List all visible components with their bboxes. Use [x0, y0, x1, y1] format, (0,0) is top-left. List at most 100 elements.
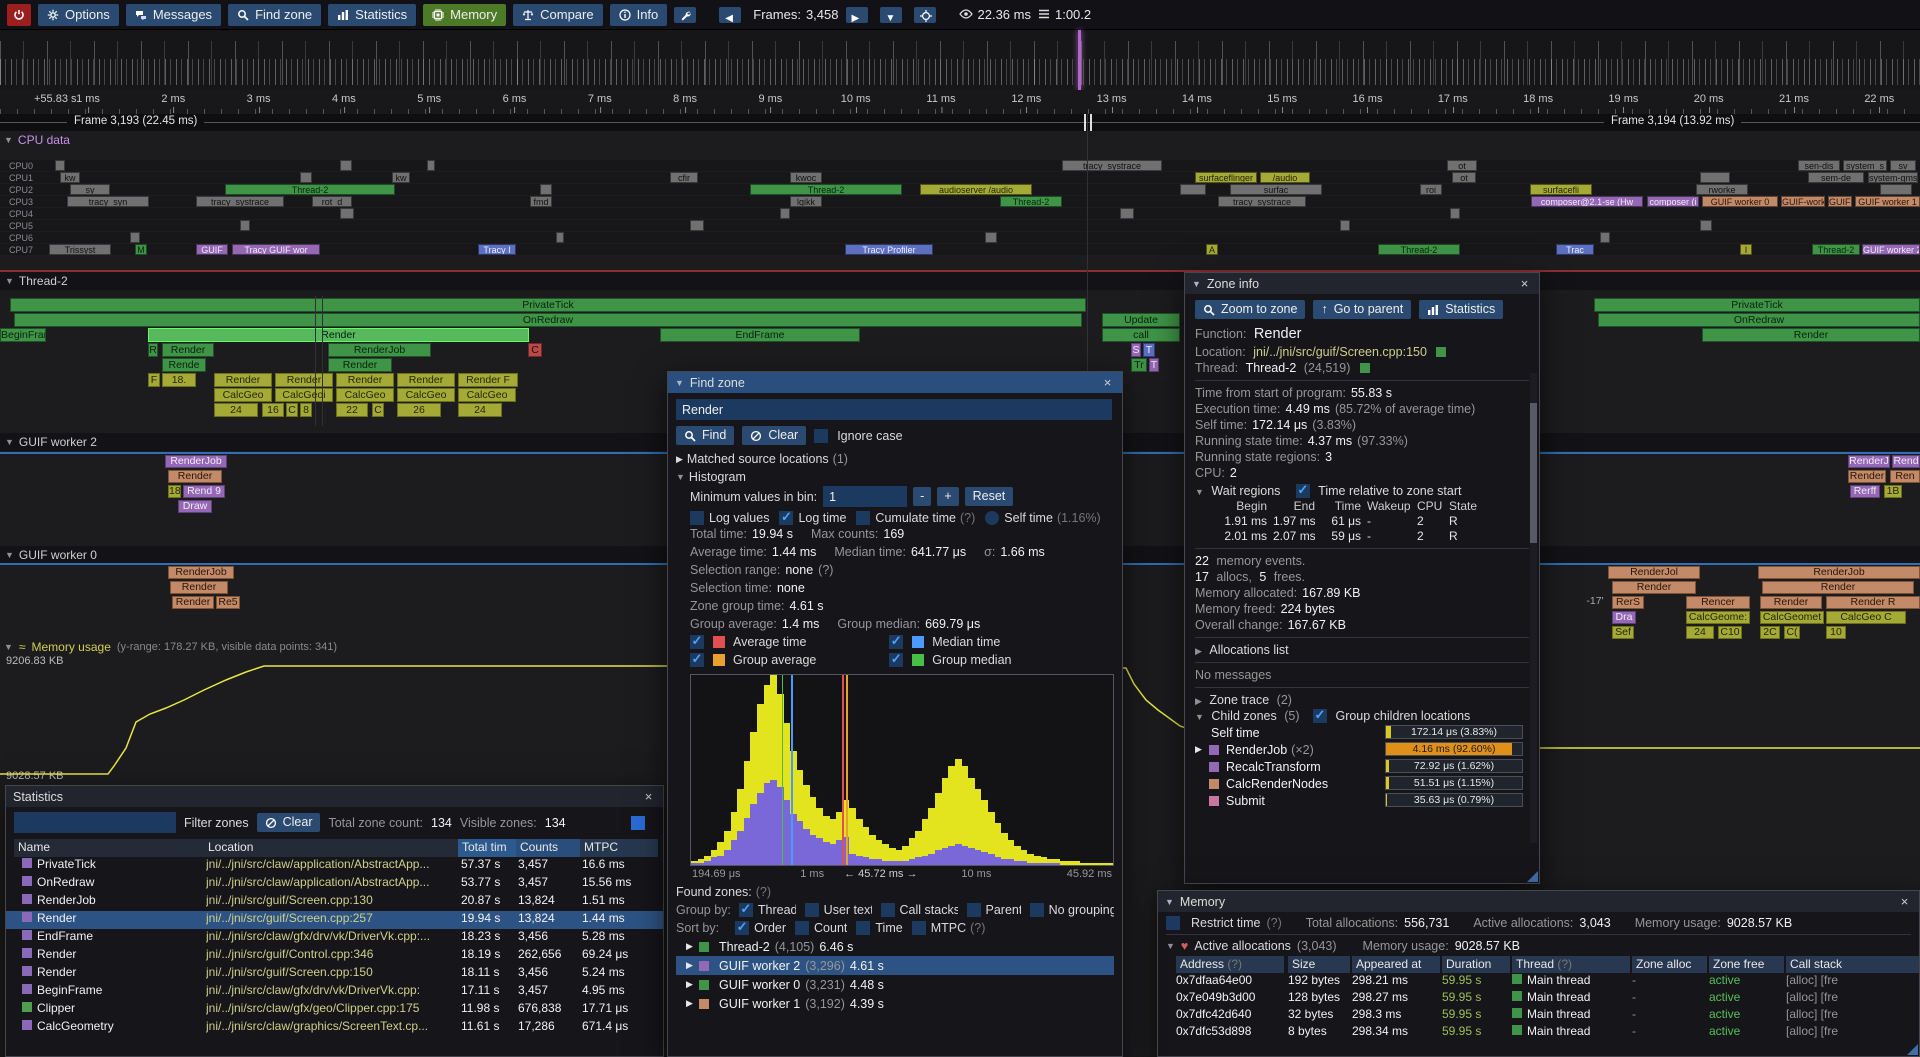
- find-button[interactable]: Find: [676, 426, 734, 445]
- histogram-plot[interactable]: [690, 674, 1114, 866]
- clear-button[interactable]: Clear: [742, 426, 806, 445]
- timeline-zone[interactable]: Rend 9: [183, 485, 225, 498]
- column-header-appeared[interactable]: Appeared at: [1352, 956, 1440, 973]
- column-header-size[interactable]: Size: [1288, 956, 1350, 973]
- timeline-zone[interactable]: RenderJob: [165, 455, 227, 468]
- collapse-arrow-icon[interactable]: ▼: [1192, 279, 1201, 289]
- timeline-zone[interactable]: 1B: [1884, 485, 1902, 498]
- min-bin-input[interactable]: [823, 486, 907, 507]
- timeline-zone[interactable]: RenderJob: [1758, 566, 1920, 579]
- cpu-zone[interactable]: [340, 160, 352, 171]
- filter-input[interactable]: [14, 812, 176, 833]
- timeline-zone[interactable]: 26: [397, 403, 441, 417]
- legend-group-median[interactable]: Group median: [889, 651, 1088, 669]
- column-header-call-stack[interactable]: Call stack: [1786, 956, 1920, 973]
- locate-frame-button[interactable]: [914, 7, 936, 23]
- timeline-zone[interactable]: Rend: [1892, 455, 1920, 468]
- table-row[interactable]: OnRedrawjni/../jni/src/claw/application/…: [6, 875, 663, 893]
- cpu-zone[interactable]: [300, 172, 312, 183]
- cpu-zone[interactable]: kwoc: [790, 172, 822, 183]
- timeline-zone[interactable]: Render F: [458, 373, 518, 387]
- close-icon[interactable]: ×: [1100, 375, 1115, 390]
- search-input[interactable]: [676, 399, 1112, 420]
- timeline-zone[interactable]: -17': [1584, 596, 1606, 609]
- cpu-zone[interactable]: [1120, 208, 1134, 219]
- histogram-header[interactable]: ▼ Histogram: [676, 468, 1114, 486]
- clear-filter-button[interactable]: Clear: [257, 813, 321, 832]
- group-by-no-grouping[interactable]: No grouping: [1030, 903, 1114, 917]
- option-cumulate-time[interactable]: Cumulate time(?): [856, 511, 975, 525]
- timeline-zone[interactable]: Render: [214, 373, 272, 387]
- timeline-zone[interactable]: C(: [1784, 626, 1800, 639]
- column-header-total-time[interactable]: Total tim: [458, 839, 516, 857]
- table-row[interactable]: EndFramejni/../jni/src/claw/gfx/drv/vk/D…: [6, 929, 663, 947]
- timeline-zone[interactable]: RenderJ: [1848, 455, 1890, 468]
- option-log-time[interactable]: Log time: [779, 511, 846, 525]
- timeline-zone[interactable]: CalcGeoi: [275, 388, 333, 402]
- timeline-zone[interactable]: RenderJob: [168, 566, 234, 579]
- timeline-zone[interactable]: F: [148, 373, 160, 387]
- time-ruler[interactable]: +55.83 s 1 ms2 ms3 ms4 ms5 ms6 ms7 ms8 m…: [0, 90, 1920, 115]
- table-row[interactable]: 0x7dfc42d64032 bytes298.3 ms59.95 sMain …: [1166, 1007, 1911, 1024]
- cpu-data-header[interactable]: ▼ CPU data: [4, 133, 70, 147]
- wait-column-header[interactable]: State: [1449, 499, 1485, 513]
- timeline-zone[interactable]: Render: [172, 596, 214, 609]
- cpu-zone[interactable]: kw: [392, 172, 410, 183]
- cpu-zone[interactable]: system-gms: [1868, 172, 1918, 183]
- option-log-values[interactable]: Log values: [690, 511, 769, 525]
- table-row[interactable]: 0x7dfaa64e00192 bytes298.21 ms59.95 sMai…: [1166, 973, 1911, 990]
- timeline-zone[interactable]: Rende: [162, 358, 206, 372]
- cpu-zone[interactable]: /audio: [1260, 172, 1310, 183]
- limit-range-button[interactable]: [631, 816, 645, 830]
- timeline-zone[interactable]: 16: [262, 403, 284, 417]
- group-by-user-text[interactable]: User text: [805, 903, 872, 917]
- cpu-zone[interactable]: Thread-2: [1000, 196, 1062, 207]
- cpu-zone[interactable]: sy: [70, 184, 110, 195]
- cpu-zone[interactable]: tracy_systrace: [1218, 196, 1306, 207]
- collapse-arrow-icon[interactable]: ▼: [1165, 897, 1174, 907]
- memory-titlebar[interactable]: ▼ Memory ×: [1158, 891, 1919, 912]
- timeline-zone[interactable]: RenderJol: [1608, 566, 1700, 579]
- sort-by-count[interactable]: Count: [795, 921, 847, 935]
- table-row[interactable]: Clipperjni/../jni/src/claw/gfx/geo/Clipp…: [6, 1001, 663, 1019]
- table-row[interactable]: Renderjni/../jni/src/guif/Screen.cpp:257…: [6, 911, 663, 929]
- cpu-zone[interactable]: GUIF-W: [1828, 196, 1852, 207]
- column-header-location[interactable]: Location: [204, 839, 458, 857]
- cpu-zone[interactable]: roi: [1420, 184, 1442, 195]
- cpu-zone[interactable]: Tracy I: [478, 244, 516, 255]
- time-relative-checkbox[interactable]: [1296, 484, 1310, 498]
- resize-grip[interactable]: [1527, 871, 1538, 882]
- timeline-zone[interactable]: 10: [1826, 626, 1846, 639]
- timeline-zone[interactable]: call: [1102, 328, 1180, 342]
- timeline-zone[interactable]: C: [286, 403, 298, 417]
- column-header-zone-alloc[interactable]: Zone alloc: [1632, 956, 1707, 973]
- statistics-titlebar[interactable]: Statistics ×: [6, 786, 663, 807]
- cpu-zone[interactable]: [240, 220, 250, 231]
- cpu-zone[interactable]: Tracy Profiler: [845, 244, 933, 255]
- column-header-thread[interactable]: Thread (?): [1512, 956, 1630, 973]
- wait-region-row[interactable]: 1.91 ms1.97 ms61 μs-2R: [1195, 514, 1529, 529]
- timeline-zone[interactable]: Tr: [1131, 358, 1147, 372]
- cpu-zone[interactable]: system_s: [1843, 160, 1887, 171]
- cpu-zone[interactable]: Thread-2: [750, 184, 902, 195]
- sort-by-order[interactable]: Order: [735, 921, 786, 935]
- restrict-time-checkbox[interactable]: [1166, 916, 1180, 930]
- timeline-zone[interactable]: 18.: [162, 373, 196, 387]
- cpu-zone[interactable]: A: [1206, 244, 1218, 255]
- cpu-zone[interactable]: audioserver /audio: [920, 184, 1032, 195]
- frame-label-right[interactable]: Frame 3,194 (13.92 ms): [1604, 115, 1741, 127]
- timeline-zone[interactable]: R: [148, 343, 158, 357]
- cpu-zone[interactable]: [540, 184, 552, 195]
- statistics-button[interactable]: Statistics: [1419, 300, 1503, 319]
- column-header-mtpc[interactable]: MTPC: [580, 839, 658, 857]
- timeline-zone[interactable]: Rerff: [1850, 485, 1880, 498]
- wait-column-header[interactable]: Time: [1321, 499, 1361, 513]
- toolbar-button-find-zone[interactable]: Find zone: [228, 4, 321, 26]
- child-zone-row[interactable]: ▶RenderJob(×2)4.16 ms (92.60%): [1195, 741, 1529, 758]
- cpu-zone[interactable]: tracy_systrace: [196, 196, 284, 207]
- timeline-zone[interactable]: Dra: [1612, 611, 1636, 624]
- timeline-zone[interactable]: OnRedraw: [1598, 313, 1920, 327]
- frame-row[interactable]: Frame 3,193 (22.45 ms) Frame 3,194 (13.9…: [0, 114, 1920, 131]
- timeline-zone[interactable]: C: [372, 403, 384, 417]
- close-icon[interactable]: ×: [641, 789, 656, 804]
